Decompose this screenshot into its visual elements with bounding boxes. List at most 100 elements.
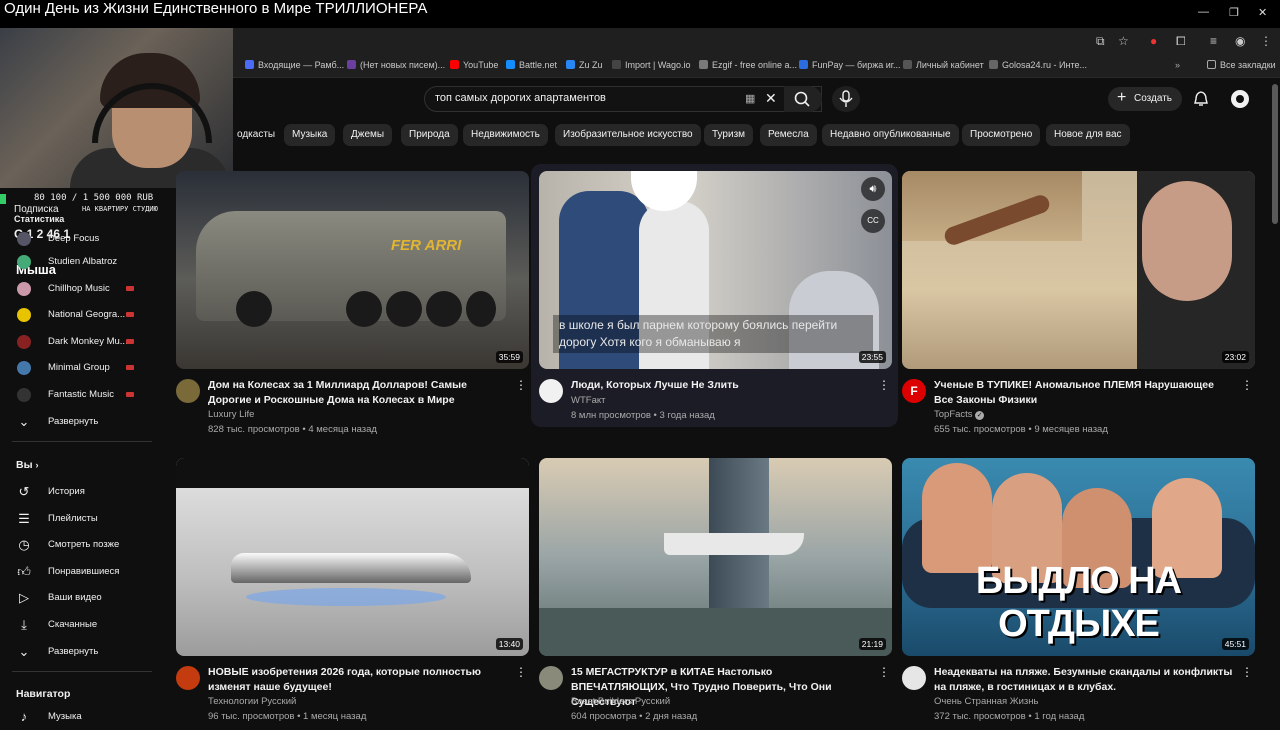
search-input[interactable]: топ самых дорогих апартаментов bbox=[435, 92, 606, 104]
sidebar-item-your-videos[interactable]: ▷ Ваши видео bbox=[0, 585, 160, 611]
voice-search-button[interactable] bbox=[832, 86, 860, 112]
sidebar-item-history[interactable]: ↺ История bbox=[0, 479, 160, 505]
bookmark-item[interactable]: (Нет новых писем)... bbox=[347, 60, 445, 70]
bookmark-item[interactable]: Входящие — Рамб... bbox=[245, 60, 344, 70]
install-icon[interactable]: ⧉ bbox=[1096, 34, 1105, 49]
video-thumbnail[interactable]: FER ARRI 35:59 bbox=[176, 171, 529, 369]
chip[interactable]: Туризм bbox=[704, 124, 754, 146]
video-thumbnail[interactable]: БЫДЛО НА ОТДЫХЕ 45:51 bbox=[902, 458, 1255, 656]
video-title[interactable]: НОВЫЕ изобретения 2026 года, которые пол… bbox=[208, 665, 508, 695]
channel-avatar[interactable] bbox=[176, 379, 200, 403]
video-card[interactable]: 23:02 F Ученые В ТУПИКЕ! Аномальное ПЛЕМ… bbox=[902, 171, 1255, 441]
bookmark-item[interactable]: Личный кабинет bbox=[903, 60, 984, 70]
bookmark-item[interactable]: Battle.net bbox=[506, 60, 557, 70]
maximize-icon[interactable]: ❐ bbox=[1229, 6, 1239, 19]
page-scrollbar[interactable] bbox=[1272, 84, 1278, 224]
chip[interactable]: одкасты bbox=[229, 124, 283, 146]
video-title[interactable]: Ученые В ТУПИКЕ! Аномальное ПЛЕМЯ Наруша… bbox=[934, 378, 1234, 408]
more-options-icon[interactable]: ⋮ bbox=[515, 378, 527, 392]
sidebar-item-watch-later[interactable]: ◷ Смотреть позже bbox=[0, 532, 160, 558]
sidebar-item-playlists[interactable]: ☰ Плейлисты bbox=[0, 506, 160, 532]
account-avatar[interactable] bbox=[1229, 88, 1251, 110]
channel-name[interactable]: Luxury Life bbox=[208, 409, 254, 420]
sidebar-divider bbox=[12, 441, 152, 442]
more-options-icon[interactable]: ⋮ bbox=[1241, 665, 1253, 679]
video-thumbnail[interactable]: 🔊︎ CC в школе я был парнем которому боял… bbox=[539, 171, 892, 369]
video-title[interactable]: Неадекваты на пляже. Безумные скандалы и… bbox=[934, 665, 1234, 695]
video-card[interactable]: FER ARRI 35:59 Дом на Колесах за 1 Милли… bbox=[176, 171, 529, 441]
sidebar-subscription[interactable]: Studien Albatroz bbox=[0, 249, 160, 275]
video-thumbnail[interactable]: 21:19 bbox=[539, 458, 892, 656]
video-title[interactable]: Дом на Колесах за 1 Миллиард Долларов! С… bbox=[208, 378, 508, 408]
sidebar-subscription[interactable]: National Geogra... bbox=[0, 302, 160, 328]
sidebar-item-liked[interactable]: 👍︎ Понравившиеся bbox=[0, 559, 160, 585]
keyboard-icon[interactable]: ▦ bbox=[745, 92, 755, 105]
profile-icon[interactable]: ◉ bbox=[1235, 34, 1245, 48]
sidebar-subscription[interactable]: Chillhop Music bbox=[0, 276, 160, 302]
channel-name[interactable]: Технологии Русский bbox=[208, 696, 296, 707]
channel-avatar[interactable] bbox=[539, 666, 563, 690]
extension-icon[interactable]: ● bbox=[1150, 34, 1157, 48]
video-card[interactable]: 🔊︎ CC в школе я был парнем которому боял… bbox=[539, 171, 892, 441]
close-icon[interactable]: ✕ bbox=[1258, 6, 1267, 19]
live-indicator-icon bbox=[126, 312, 134, 317]
video-card[interactable]: 13:40 НОВЫЕ изобретения 2026 года, котор… bbox=[176, 458, 529, 728]
video-card[interactable]: 21:19 15 МЕГАСТРУКТУР в КИТАЕ Настолько … bbox=[539, 458, 892, 728]
channel-avatar[interactable] bbox=[902, 666, 926, 690]
chip[interactable]: Изобразительное искусство bbox=[555, 124, 701, 146]
bookmark-item[interactable]: Zu Zu bbox=[566, 60, 603, 70]
chip[interactable]: Музыка bbox=[284, 124, 336, 146]
create-button[interactable]: + Создать bbox=[1108, 87, 1182, 111]
chip[interactable]: Новое для вас bbox=[1046, 124, 1130, 146]
bookmark-item[interactable]: FunPay — биржа иг... bbox=[799, 60, 900, 70]
bookmark-star-icon[interactable]: ☆ bbox=[1118, 34, 1129, 48]
channel-avatar[interactable] bbox=[539, 379, 563, 403]
video-meta: 828 тыс. просмотров • 4 месяца назад bbox=[208, 424, 377, 435]
bookmarks-more-icon[interactable]: » bbox=[1175, 60, 1180, 70]
chip[interactable]: Недвижимость bbox=[463, 124, 548, 146]
channel-name[interactable]: Beast Builders Русский bbox=[571, 696, 670, 707]
sidebar-you-header[interactable]: Вы › bbox=[16, 459, 38, 471]
video-thumbnail[interactable]: 23:02 bbox=[902, 171, 1255, 369]
clear-search-icon[interactable]: ✕ bbox=[765, 90, 777, 107]
extensions-puzzle-icon[interactable]: ⧠ bbox=[1176, 34, 1186, 49]
sidebar-item-downloads[interactable]: ⤓ Скачанные bbox=[0, 612, 160, 638]
more-options-icon[interactable]: ⋮ bbox=[1241, 378, 1253, 392]
sidebar-subscription[interactable]: Dark Monkey Mu... bbox=[0, 329, 160, 355]
channel-avatar[interactable]: F bbox=[902, 379, 926, 403]
more-options-icon[interactable]: ⋮ bbox=[878, 378, 890, 392]
channel-avatar[interactable] bbox=[176, 666, 200, 690]
sidebar-subscription[interactable]: Fantastic Music bbox=[0, 382, 160, 408]
more-options-icon[interactable]: ⋮ bbox=[515, 665, 527, 679]
channel-name[interactable]: Очень Странная Жизнь bbox=[934, 696, 1038, 707]
sidebar-subscription[interactable]: Minimal Group bbox=[0, 355, 160, 381]
chip[interactable]: Ремесла bbox=[760, 124, 817, 146]
bookmark-item[interactable]: YouTube bbox=[450, 60, 498, 70]
bookmark-item[interactable]: Ezgif - free online a... bbox=[699, 60, 797, 70]
browser-menu-icon[interactable]: ⋮ bbox=[1260, 34, 1272, 48]
search-box[interactable]: топ самых дорогих апартаментов ▦ ✕ bbox=[424, 86, 822, 112]
video-card[interactable]: БЫДЛО НА ОТДЫХЕ 45:51 Неадекваты на пляж… bbox=[902, 458, 1255, 728]
all-bookmarks-folder[interactable]: Все закладки bbox=[1207, 60, 1276, 70]
minimize-icon[interactable]: — bbox=[1198, 6, 1209, 18]
sidebar-expand[interactable]: ⌄ Развернуть bbox=[0, 409, 160, 435]
notifications-icon[interactable] bbox=[1192, 90, 1210, 108]
media-controls-icon[interactable]: ≡ bbox=[1210, 34, 1217, 48]
bookmark-item[interactable]: Golosa24.ru - Инте... bbox=[989, 60, 1087, 70]
volume-icon[interactable]: 🔊︎ bbox=[861, 177, 885, 201]
captions-icon[interactable]: CC bbox=[861, 209, 885, 233]
more-options-icon[interactable]: ⋮ bbox=[878, 665, 890, 679]
channel-name[interactable]: TopFacts ✓ bbox=[934, 409, 985, 420]
chip[interactable]: Недавно опубликованные bbox=[822, 124, 959, 146]
sidebar-item-music[interactable]: ♪ Музыка bbox=[0, 704, 160, 730]
chip[interactable]: Джемы bbox=[343, 124, 393, 146]
chip[interactable]: Природа bbox=[401, 124, 458, 146]
video-title[interactable]: Люди, Которых Лучше Не Злить bbox=[571, 378, 871, 393]
bookmark-item[interactable]: Import | Wago.io bbox=[612, 60, 691, 70]
vk-icon bbox=[566, 60, 575, 69]
chip[interactable]: Просмотрено bbox=[962, 124, 1041, 146]
search-button[interactable] bbox=[784, 86, 822, 112]
video-thumbnail[interactable]: 13:40 bbox=[176, 458, 529, 656]
sidebar-expand[interactable]: ⌄ Развернуть bbox=[0, 639, 160, 665]
channel-name[interactable]: WTFакт bbox=[571, 395, 605, 406]
